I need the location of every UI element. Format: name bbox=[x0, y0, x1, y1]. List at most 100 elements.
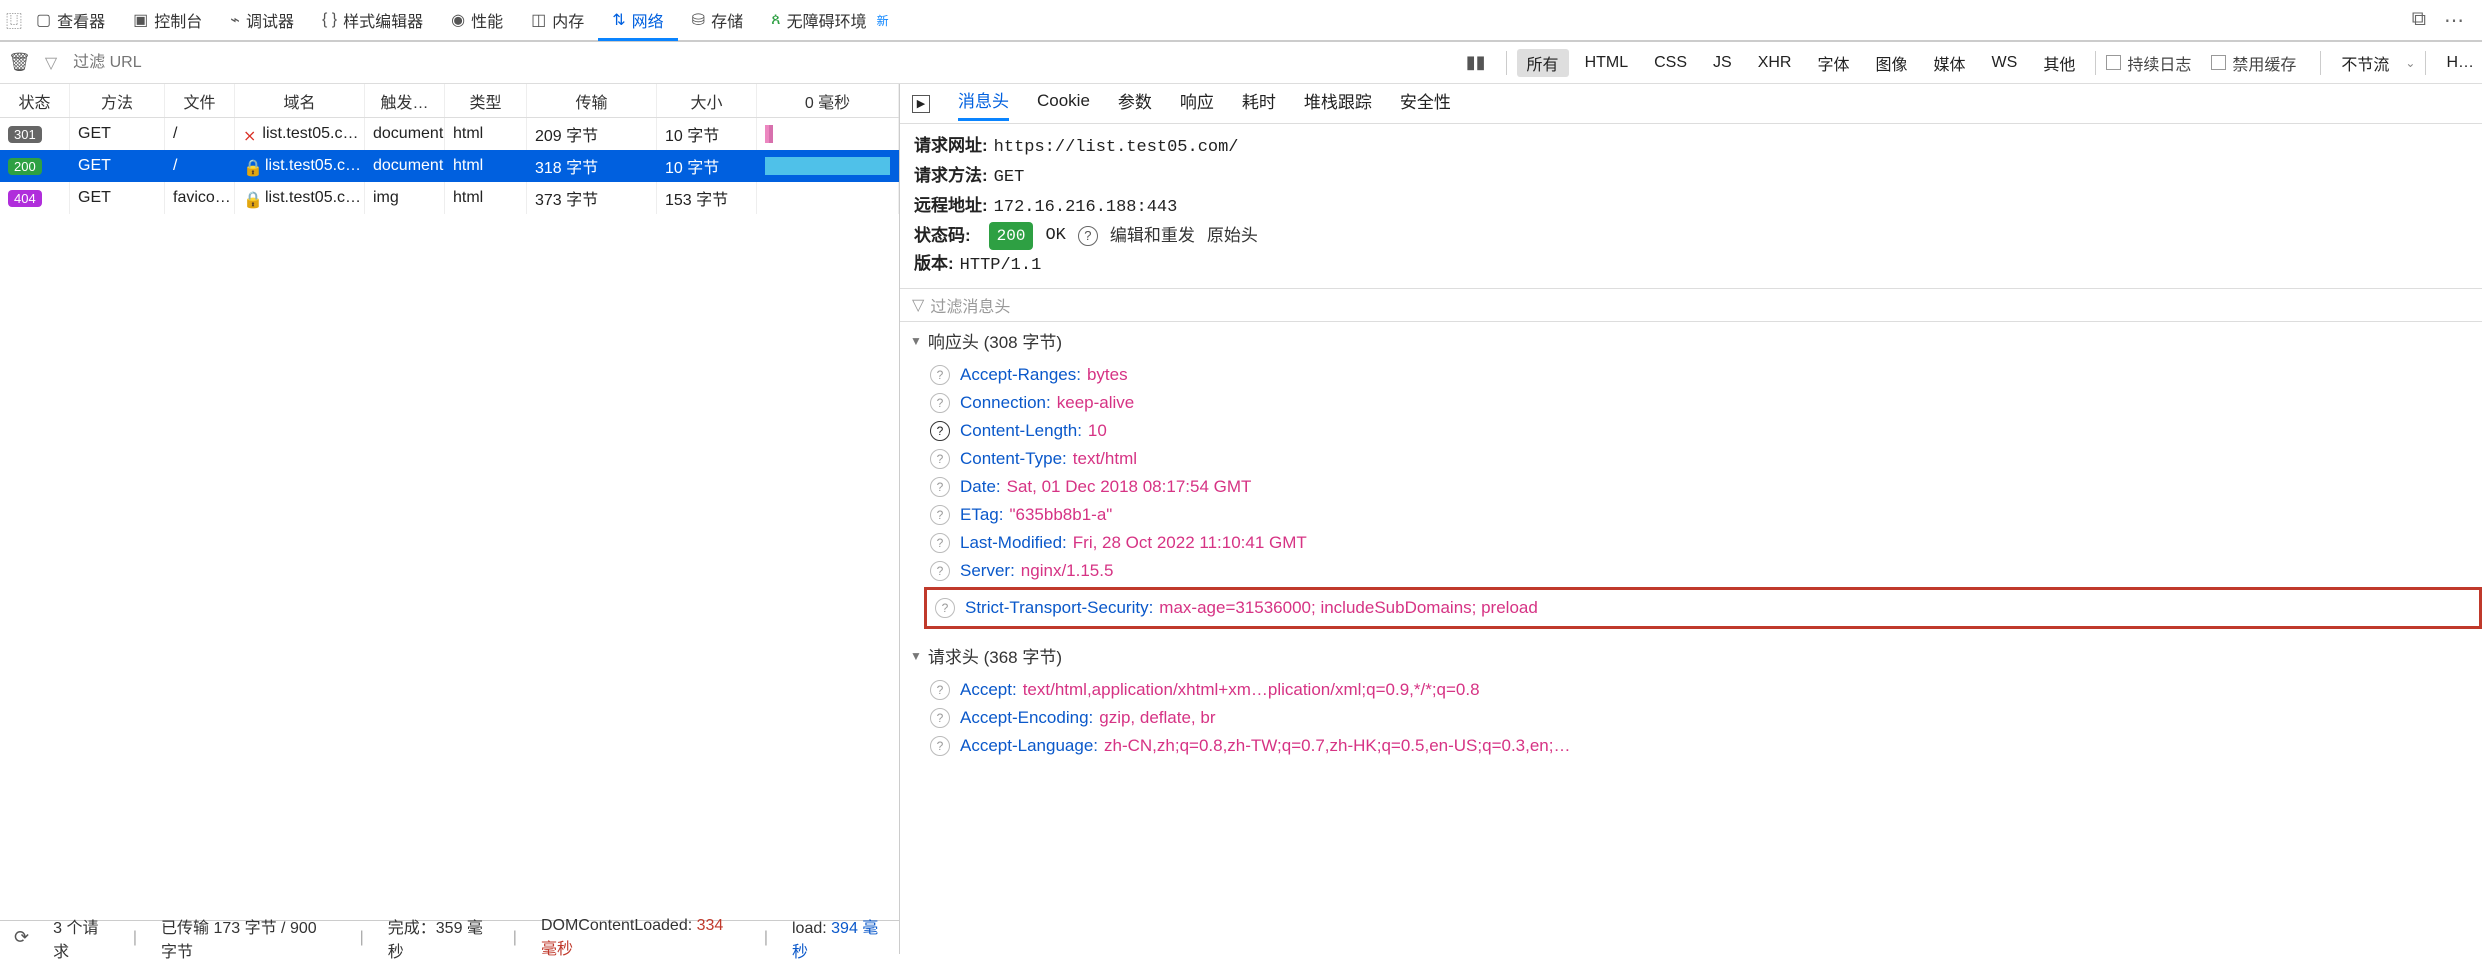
header-value: text/html bbox=[1073, 446, 1137, 472]
reload-icon[interactable]: ⟳ bbox=[14, 927, 29, 948]
domain-cell: ⨯list.test05.c… bbox=[235, 118, 365, 150]
dtab-timings[interactable]: 耗时 bbox=[1242, 88, 1276, 119]
header-name: Accept: bbox=[960, 677, 1017, 703]
load-label: load: bbox=[792, 920, 827, 937]
filter-html[interactable]: HTML bbox=[1575, 52, 1639, 74]
headers-summary: 请求网址:https://list.test05.com/ 请求方法:GET 远… bbox=[900, 124, 2482, 288]
lock-icon: 🔒 bbox=[243, 190, 259, 206]
toggle-detail-icon[interactable]: ▶ bbox=[912, 95, 930, 113]
dtab-stack[interactable]: 堆栈跟踪 bbox=[1304, 88, 1372, 119]
filter-ws[interactable]: WS bbox=[1982, 52, 2028, 74]
header-row: ?Accept-Ranges: bytes bbox=[930, 361, 2482, 389]
header-name: Connection: bbox=[960, 390, 1051, 416]
size-cell: 153 字节 bbox=[657, 182, 757, 214]
table-row[interactable]: 200GET/🔒list.test05.c…documenthtml318 字节… bbox=[0, 150, 899, 182]
filter-xhr[interactable]: XHR bbox=[1748, 52, 1802, 74]
table-row[interactable]: 404GETfavico…🔒list.test05.c…imghtml373 字… bbox=[0, 182, 899, 214]
tab-label: 调试器 bbox=[246, 8, 294, 32]
status-bar: ⟳ 3 个请求| 已传输 173 字节 / 900 字节| 完成：359 毫秒|… bbox=[0, 920, 899, 954]
filter-all[interactable]: 所有 bbox=[1517, 49, 1569, 77]
header-name: Accept-Language: bbox=[960, 733, 1098, 759]
tab-storage[interactable]: ⛁存储 bbox=[678, 0, 757, 40]
response-headers-list: ?Accept-Ranges: bytes?Connection: keep-a… bbox=[900, 359, 2482, 637]
help-icon[interactable]: ? bbox=[930, 505, 950, 525]
dtab-security[interactable]: 安全性 bbox=[1400, 88, 1451, 119]
dtab-response[interactable]: 响应 bbox=[1180, 88, 1214, 119]
filter-js[interactable]: JS bbox=[1703, 52, 1742, 74]
dtab-headers[interactable]: 消息头 bbox=[958, 87, 1009, 121]
table-row[interactable]: 301GET/⨯list.test05.c…documenthtml209 字节… bbox=[0, 118, 899, 150]
tab-inspector[interactable]: ▢ 查看器 bbox=[22, 0, 119, 40]
help-icon[interactable]: ? bbox=[930, 533, 950, 553]
col-type[interactable]: 类型 bbox=[445, 84, 527, 117]
help-icon[interactable]: ? bbox=[930, 393, 950, 413]
tab-network[interactable]: ⇅网络 bbox=[598, 1, 677, 41]
request-headers-list: ?Accept: text/html,application/xhtml+xm…… bbox=[900, 674, 2482, 762]
header-row: ? Server: nginx/1.15.5 bbox=[930, 557, 2482, 585]
help-icon[interactable]: ? bbox=[1078, 226, 1098, 246]
tab-debugger[interactable]: ⌁调试器 bbox=[216, 0, 308, 40]
tab-style[interactable]: { }样式编辑器 bbox=[308, 0, 437, 40]
dock-side-icon[interactable]: ⧉ bbox=[2412, 8, 2426, 33]
header-name: Server: bbox=[960, 558, 1015, 584]
more-icon[interactable]: ⋯ bbox=[2444, 8, 2464, 33]
help-icon[interactable]: ? bbox=[930, 449, 950, 469]
request-headers-title[interactable]: ▼请求头 (368 字节) bbox=[900, 637, 2482, 674]
tab-a11y[interactable]: ጰ无障碍环境新 bbox=[757, 0, 903, 40]
col-transfer[interactable]: 传输 bbox=[527, 84, 657, 117]
col-file[interactable]: 文件 bbox=[165, 84, 235, 117]
status-code-badge: 200 bbox=[989, 222, 1034, 250]
col-timeline[interactable]: 0 毫秒 bbox=[757, 84, 899, 117]
dtab-params[interactable]: 参数 bbox=[1118, 88, 1152, 119]
throttle-select[interactable]: 不节流 bbox=[2341, 51, 2389, 75]
help-icon[interactable]: ? bbox=[935, 598, 955, 618]
tab-console[interactable]: ▣控制台 bbox=[119, 0, 216, 40]
col-cause[interactable]: 触发… bbox=[365, 84, 445, 117]
pick-element-icon[interactable]: ⿶ bbox=[6, 8, 22, 32]
response-headers-title[interactable]: ▼响应头 (308 字节) bbox=[900, 322, 2482, 359]
type-cell: html bbox=[445, 150, 527, 182]
col-method[interactable]: 方法 bbox=[70, 84, 165, 117]
help-icon[interactable]: ? bbox=[930, 736, 950, 756]
raw-headers-button[interactable]: 原始头 bbox=[1207, 222, 1258, 250]
filter-other[interactable]: 其他 bbox=[2033, 49, 2085, 77]
funnel-icon: ▽ bbox=[912, 295, 924, 315]
help-icon[interactable]: ? bbox=[930, 680, 950, 700]
dtab-cookie[interactable]: Cookie bbox=[1037, 91, 1090, 117]
col-status[interactable]: 状态 bbox=[0, 84, 70, 117]
tab-label: 样式编辑器 bbox=[343, 8, 423, 32]
filter-css[interactable]: CSS bbox=[1644, 52, 1697, 74]
header-value: nginx/1.15.5 bbox=[1021, 558, 1114, 584]
filter-media[interactable]: 媒体 bbox=[1924, 49, 1976, 77]
checkbox-label: 禁用缓存 bbox=[2232, 51, 2296, 75]
col-size[interactable]: 大小 bbox=[657, 84, 757, 117]
headers-filter[interactable]: ▽ 过滤消息头 bbox=[900, 288, 2482, 322]
header-value: "635bb8b1-a" bbox=[1009, 502, 1112, 528]
clear-icon[interactable]: 🗑 bbox=[8, 52, 31, 73]
help-icon[interactable]: ? bbox=[930, 561, 950, 581]
help-icon[interactable]: ? bbox=[930, 421, 950, 441]
col-domain[interactable]: 域名 bbox=[235, 84, 365, 117]
tab-perf[interactable]: ◉性能 bbox=[437, 0, 517, 40]
pause-icon[interactable]: ▮▮ bbox=[1466, 52, 1486, 73]
inspector-icon: ▢ bbox=[36, 10, 51, 30]
header-value: gzip, deflate, br bbox=[1099, 705, 1215, 731]
edit-resend-button[interactable]: 编辑和重发 bbox=[1110, 222, 1195, 250]
help-icon[interactable]: ? bbox=[930, 477, 950, 497]
filter-fonts[interactable]: 字体 bbox=[1807, 49, 1859, 77]
devtools-tabs: ⿶ ▢ 查看器 ▣控制台 ⌁调试器 { }样式编辑器 ◉性能 ◫内存 ⇅网络 ⛁存… bbox=[0, 0, 2482, 42]
har-button[interactable]: H… bbox=[2446, 54, 2474, 72]
header-name: Accept-Encoding: bbox=[960, 705, 1093, 731]
tab-label: 网络 bbox=[632, 8, 664, 32]
header-value: 10 bbox=[1088, 418, 1107, 444]
disable-cache-checkbox[interactable]: 禁用缓存 bbox=[2211, 51, 2296, 75]
memory-icon: ◫ bbox=[531, 10, 546, 30]
url-filter-input[interactable] bbox=[67, 50, 507, 76]
help-icon[interactable]: ? bbox=[930, 708, 950, 728]
tab-label: 查看器 bbox=[57, 8, 105, 32]
tab-memory[interactable]: ◫内存 bbox=[517, 0, 598, 40]
filter-images[interactable]: 图像 bbox=[1866, 49, 1918, 77]
status-badge: 301 bbox=[8, 126, 42, 143]
help-icon[interactable]: ? bbox=[930, 365, 950, 385]
persist-logs-checkbox[interactable]: 持续日志 bbox=[2106, 51, 2191, 75]
